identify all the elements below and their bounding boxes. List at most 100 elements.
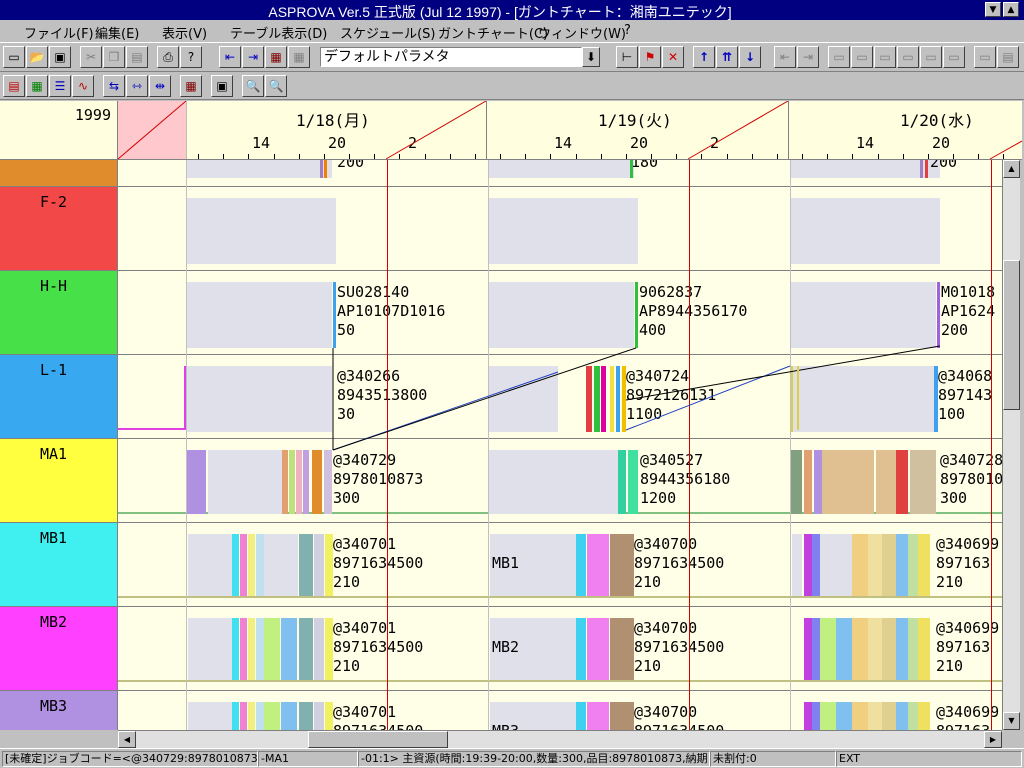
menu-edit[interactable]: 編集(E) xyxy=(95,23,139,42)
hour-tick xyxy=(852,154,853,159)
tree-icon[interactable]: ⊢ xyxy=(616,46,638,68)
dependency-links xyxy=(332,345,941,451)
corner-header xyxy=(118,101,186,160)
header-diagonals xyxy=(186,101,1022,160)
hour-tick xyxy=(425,154,426,159)
hour-tick xyxy=(802,154,803,159)
hour-tick xyxy=(374,154,375,159)
menu-table[interactable]: テーブル表示(D) xyxy=(230,23,327,42)
save-icon[interactable]: ▣ xyxy=(49,46,71,68)
year-label: 1999 xyxy=(74,106,111,124)
hour-tick xyxy=(399,154,400,159)
hour-tick xyxy=(349,154,350,159)
table-icon[interactable]: ▦ xyxy=(265,46,287,68)
maximize-button[interactable]: ▲ xyxy=(1003,2,1019,17)
hour-tick xyxy=(626,154,627,159)
open-folder-icon[interactable]: 📂 xyxy=(26,46,48,68)
menu-view[interactable]: 表示(V) xyxy=(162,23,207,42)
scroll-left-icon[interactable]: ◀ xyxy=(118,731,136,748)
copy-icon[interactable]: ❐ xyxy=(103,46,125,68)
hour-tick xyxy=(576,154,577,159)
move-left-icon[interactable]: ⇤ xyxy=(774,46,796,68)
status-mode: EXT xyxy=(836,751,1022,767)
new-file-icon[interactable]: ▭ xyxy=(3,46,25,68)
menu-file[interactable]: ファイル(F) xyxy=(24,23,94,42)
combo-dropdown-icon[interactable]: ⬇ xyxy=(582,47,600,67)
horizontal-scroll-thumb[interactable] xyxy=(308,731,448,748)
layout4-icon[interactable]: ▭ xyxy=(897,46,919,68)
scroll-up-icon[interactable]: ▲ xyxy=(1003,160,1020,178)
hour-tick xyxy=(198,154,199,159)
main-toolbar: ▭ 📂 ▣ ✂ ❐ ▤ ⎙ ? ⇤ ⇥ ▦ ▦ デフォルトパラメタ ⬇ ⊢ ⚑ … xyxy=(0,42,1024,72)
arrow-down-icon[interactable]: ↓ xyxy=(739,46,761,68)
zoom-in-icon[interactable]: 🔍 xyxy=(242,75,264,97)
gantt-body: 200 180 200 F-2 H-H SU028140 AP10107D101… xyxy=(0,160,1002,730)
hour-tick xyxy=(274,154,275,159)
scroll-right-icon[interactable]: ▶ xyxy=(984,731,1002,748)
chart-list-icon[interactable]: ☰ xyxy=(49,75,71,97)
hour-tick xyxy=(928,154,929,159)
hour-tick xyxy=(777,154,778,159)
menu-schedule[interactable]: スケジュール(S) xyxy=(340,23,436,42)
menu-window[interactable]: ウィンドウ(W) xyxy=(538,23,626,42)
paste-icon[interactable]: ▤ xyxy=(126,46,148,68)
chart-colors-icon[interactable]: ▦ xyxy=(26,75,48,97)
double-arrow-up-icon[interactable]: ⇈ xyxy=(716,46,738,68)
diagonal-mark xyxy=(118,101,186,160)
delete-icon[interactable]: ✕ xyxy=(662,46,684,68)
hour-tick xyxy=(953,154,954,159)
menu-gantt[interactable]: ガントチャート(C) xyxy=(438,23,548,42)
export-icon[interactable]: ⇥ xyxy=(242,46,264,68)
hour-tick xyxy=(525,154,526,159)
title-bar: ASPROVA Ver.5 正式版 (Jul 12 1997) - [ガントチャ… xyxy=(0,0,1024,20)
import-icon[interactable]: ⇤ xyxy=(219,46,241,68)
chart-bars-icon[interactable]: ▤ xyxy=(3,75,25,97)
arrow-up-icon[interactable]: ↑ xyxy=(693,46,715,68)
print-icon[interactable]: ⎙ xyxy=(157,46,179,68)
hour-tick xyxy=(223,154,224,159)
layout2-icon[interactable]: ▭ xyxy=(851,46,873,68)
help-icon[interactable]: ? xyxy=(180,46,202,68)
window-icon[interactable]: ▣ xyxy=(211,75,233,97)
hour-tick xyxy=(651,154,652,159)
menu-help[interactable]: ? xyxy=(624,23,631,38)
hour-tick xyxy=(550,154,551,159)
layout3-icon[interactable]: ▭ xyxy=(874,46,896,68)
vertical-scrollbar[interactable]: ▲ ▼ xyxy=(1002,160,1020,730)
status-job: [未確定]ジョブコード=<@340729:8978010873 xyxy=(2,751,258,767)
scroll-down-icon[interactable]: ▼ xyxy=(1003,712,1020,730)
hour-tick xyxy=(475,154,476,159)
hour-tick xyxy=(324,154,325,159)
layout8-icon[interactable]: ▤ xyxy=(997,46,1019,68)
vertical-scroll-thumb[interactable] xyxy=(1003,260,1020,410)
hour-tick xyxy=(727,154,728,159)
hour-tick xyxy=(299,154,300,159)
layout1-icon[interactable]: ▭ xyxy=(828,46,850,68)
hour-tick xyxy=(978,154,979,159)
zoom-out-icon[interactable]: 🔍 xyxy=(265,75,287,97)
layout6-icon[interactable]: ▭ xyxy=(943,46,965,68)
horizontal-scrollbar[interactable]: ◀ ▶ xyxy=(118,730,1002,748)
hour-tick xyxy=(701,154,702,159)
move-right-icon[interactable]: ⇥ xyxy=(797,46,819,68)
menu-bar: ファイル(F) 編集(E) 表示(V) テーブル表示(D) スケジュール(S) … xyxy=(0,20,1024,42)
hour-tick xyxy=(827,154,828,159)
parameter-select[interactable]: デフォルトパラメタ xyxy=(320,47,582,67)
layout7-icon[interactable]: ▭ xyxy=(974,46,996,68)
gantt-toolbar: ▤ ▦ ☰ ∿ ⇆ ⇿ ⇹ ▦ ▣ 🔍 🔍 xyxy=(0,72,1024,100)
swap-icon[interactable]: ⇆ xyxy=(103,75,125,97)
hour-tick xyxy=(248,154,249,159)
expand-icon[interactable]: ⇿ xyxy=(126,75,148,97)
chart-line-icon[interactable]: ∿ xyxy=(72,75,94,97)
grid-icon[interactable]: ▦ xyxy=(180,75,202,97)
cut-icon[interactable]: ✂ xyxy=(80,46,102,68)
flag-icon[interactable]: ⚑ xyxy=(639,46,661,68)
minimize-button[interactable]: ▼ xyxy=(985,2,1001,17)
hour-tick xyxy=(878,154,879,159)
hour-tick xyxy=(500,154,501,159)
layout5-icon[interactable]: ▭ xyxy=(920,46,942,68)
table-disabled-icon[interactable]: ▦ xyxy=(288,46,310,68)
zoom-range-icon[interactable]: ⇹ xyxy=(149,75,171,97)
window-title: ASPROVA Ver.5 正式版 (Jul 12 1997) - [ガントチャ… xyxy=(268,4,732,20)
hour-tick xyxy=(903,154,904,159)
